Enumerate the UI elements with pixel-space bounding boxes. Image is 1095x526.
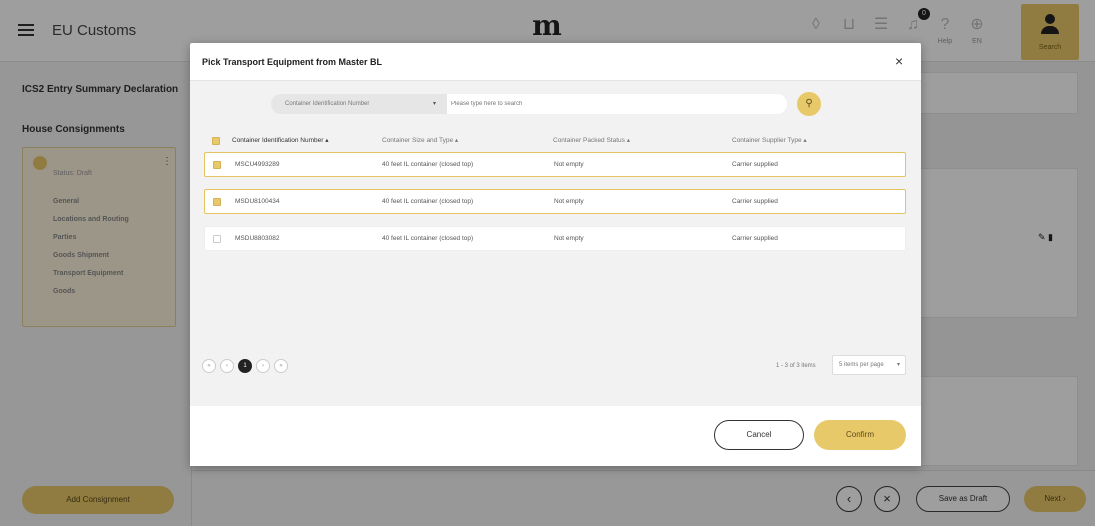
confirm-button[interactable]: Confirm	[814, 420, 906, 450]
supplier-type-cell: Carrier supplied	[732, 161, 778, 168]
search-field-select[interactable]: Container Identification Number ▾	[271, 94, 447, 114]
pagination-info: 1 - 3 of 3 items	[776, 363, 816, 369]
container-id-cell: MSDU8100434	[235, 198, 280, 205]
row-checkbox[interactable]	[213, 235, 221, 243]
search-icon[interactable]: ⚲	[797, 92, 821, 116]
packed-status-cell: Not empty	[554, 198, 584, 205]
chevron-down-icon: ▾	[897, 362, 901, 368]
column-header-supplier-type[interactable]: Container Supplier Type ▴	[732, 136, 807, 144]
table-row[interactable]: MSDU8803082 40 feet IL container (closed…	[204, 226, 906, 251]
dialog-footer: Cancel Confirm	[190, 406, 921, 466]
page-number-button[interactable]: 1	[238, 359, 252, 373]
close-icon[interactable]: ×	[895, 53, 903, 69]
size-type-cell: 40 feet IL container (closed top)	[382, 235, 474, 242]
packed-status-cell: Not empty	[554, 235, 584, 242]
pick-transport-equipment-dialog: Pick Transport Equipment from Master BL …	[190, 43, 921, 466]
size-type-cell: 40 feet IL container (closed top)	[382, 198, 474, 205]
first-page-button[interactable]: «	[202, 359, 216, 373]
supplier-type-cell: Carrier supplied	[732, 235, 778, 242]
previous-page-button[interactable]: ‹	[220, 359, 234, 373]
items-per-page-select[interactable]: 5 items per page ▾	[832, 355, 906, 375]
search-field-label: Container Identification Number	[285, 101, 370, 107]
column-header-container-id[interactable]: Container Identification Number ▴	[232, 136, 329, 144]
dialog-header: Pick Transport Equipment from Master BL …	[190, 43, 921, 81]
packed-status-cell: Not empty	[554, 161, 584, 168]
row-checkbox[interactable]	[213, 161, 221, 169]
row-checkbox[interactable]	[213, 198, 221, 206]
search-input[interactable]	[447, 94, 787, 114]
dialog-title: Pick Transport Equipment from Master BL	[202, 57, 383, 67]
cancel-button[interactable]: Cancel	[714, 420, 804, 450]
table-row[interactable]: MSDU8100434 40 feet IL container (closed…	[204, 189, 906, 214]
column-header-size-type[interactable]: Container Size and Type ▴	[382, 136, 458, 144]
supplier-type-cell: Carrier supplied	[732, 198, 778, 205]
select-all-checkbox[interactable]	[212, 137, 220, 145]
items-per-page-label: 5 items per page	[839, 362, 884, 368]
container-id-cell: MSDU8803082	[235, 235, 280, 242]
last-page-button[interactable]: »	[274, 359, 288, 373]
size-type-cell: 40 feet IL container (closed top)	[382, 161, 474, 168]
table-row[interactable]: MSCU4993289 40 feet IL container (closed…	[204, 152, 906, 177]
next-page-button[interactable]: ›	[256, 359, 270, 373]
dialog-body: Container Identification Number ▾ ⚲ Cont…	[190, 81, 921, 406]
chevron-down-icon: ▾	[433, 101, 437, 107]
container-id-cell: MSCU4993289	[235, 161, 280, 168]
column-header-packed-status[interactable]: Container Packed Status ▴	[553, 136, 630, 144]
